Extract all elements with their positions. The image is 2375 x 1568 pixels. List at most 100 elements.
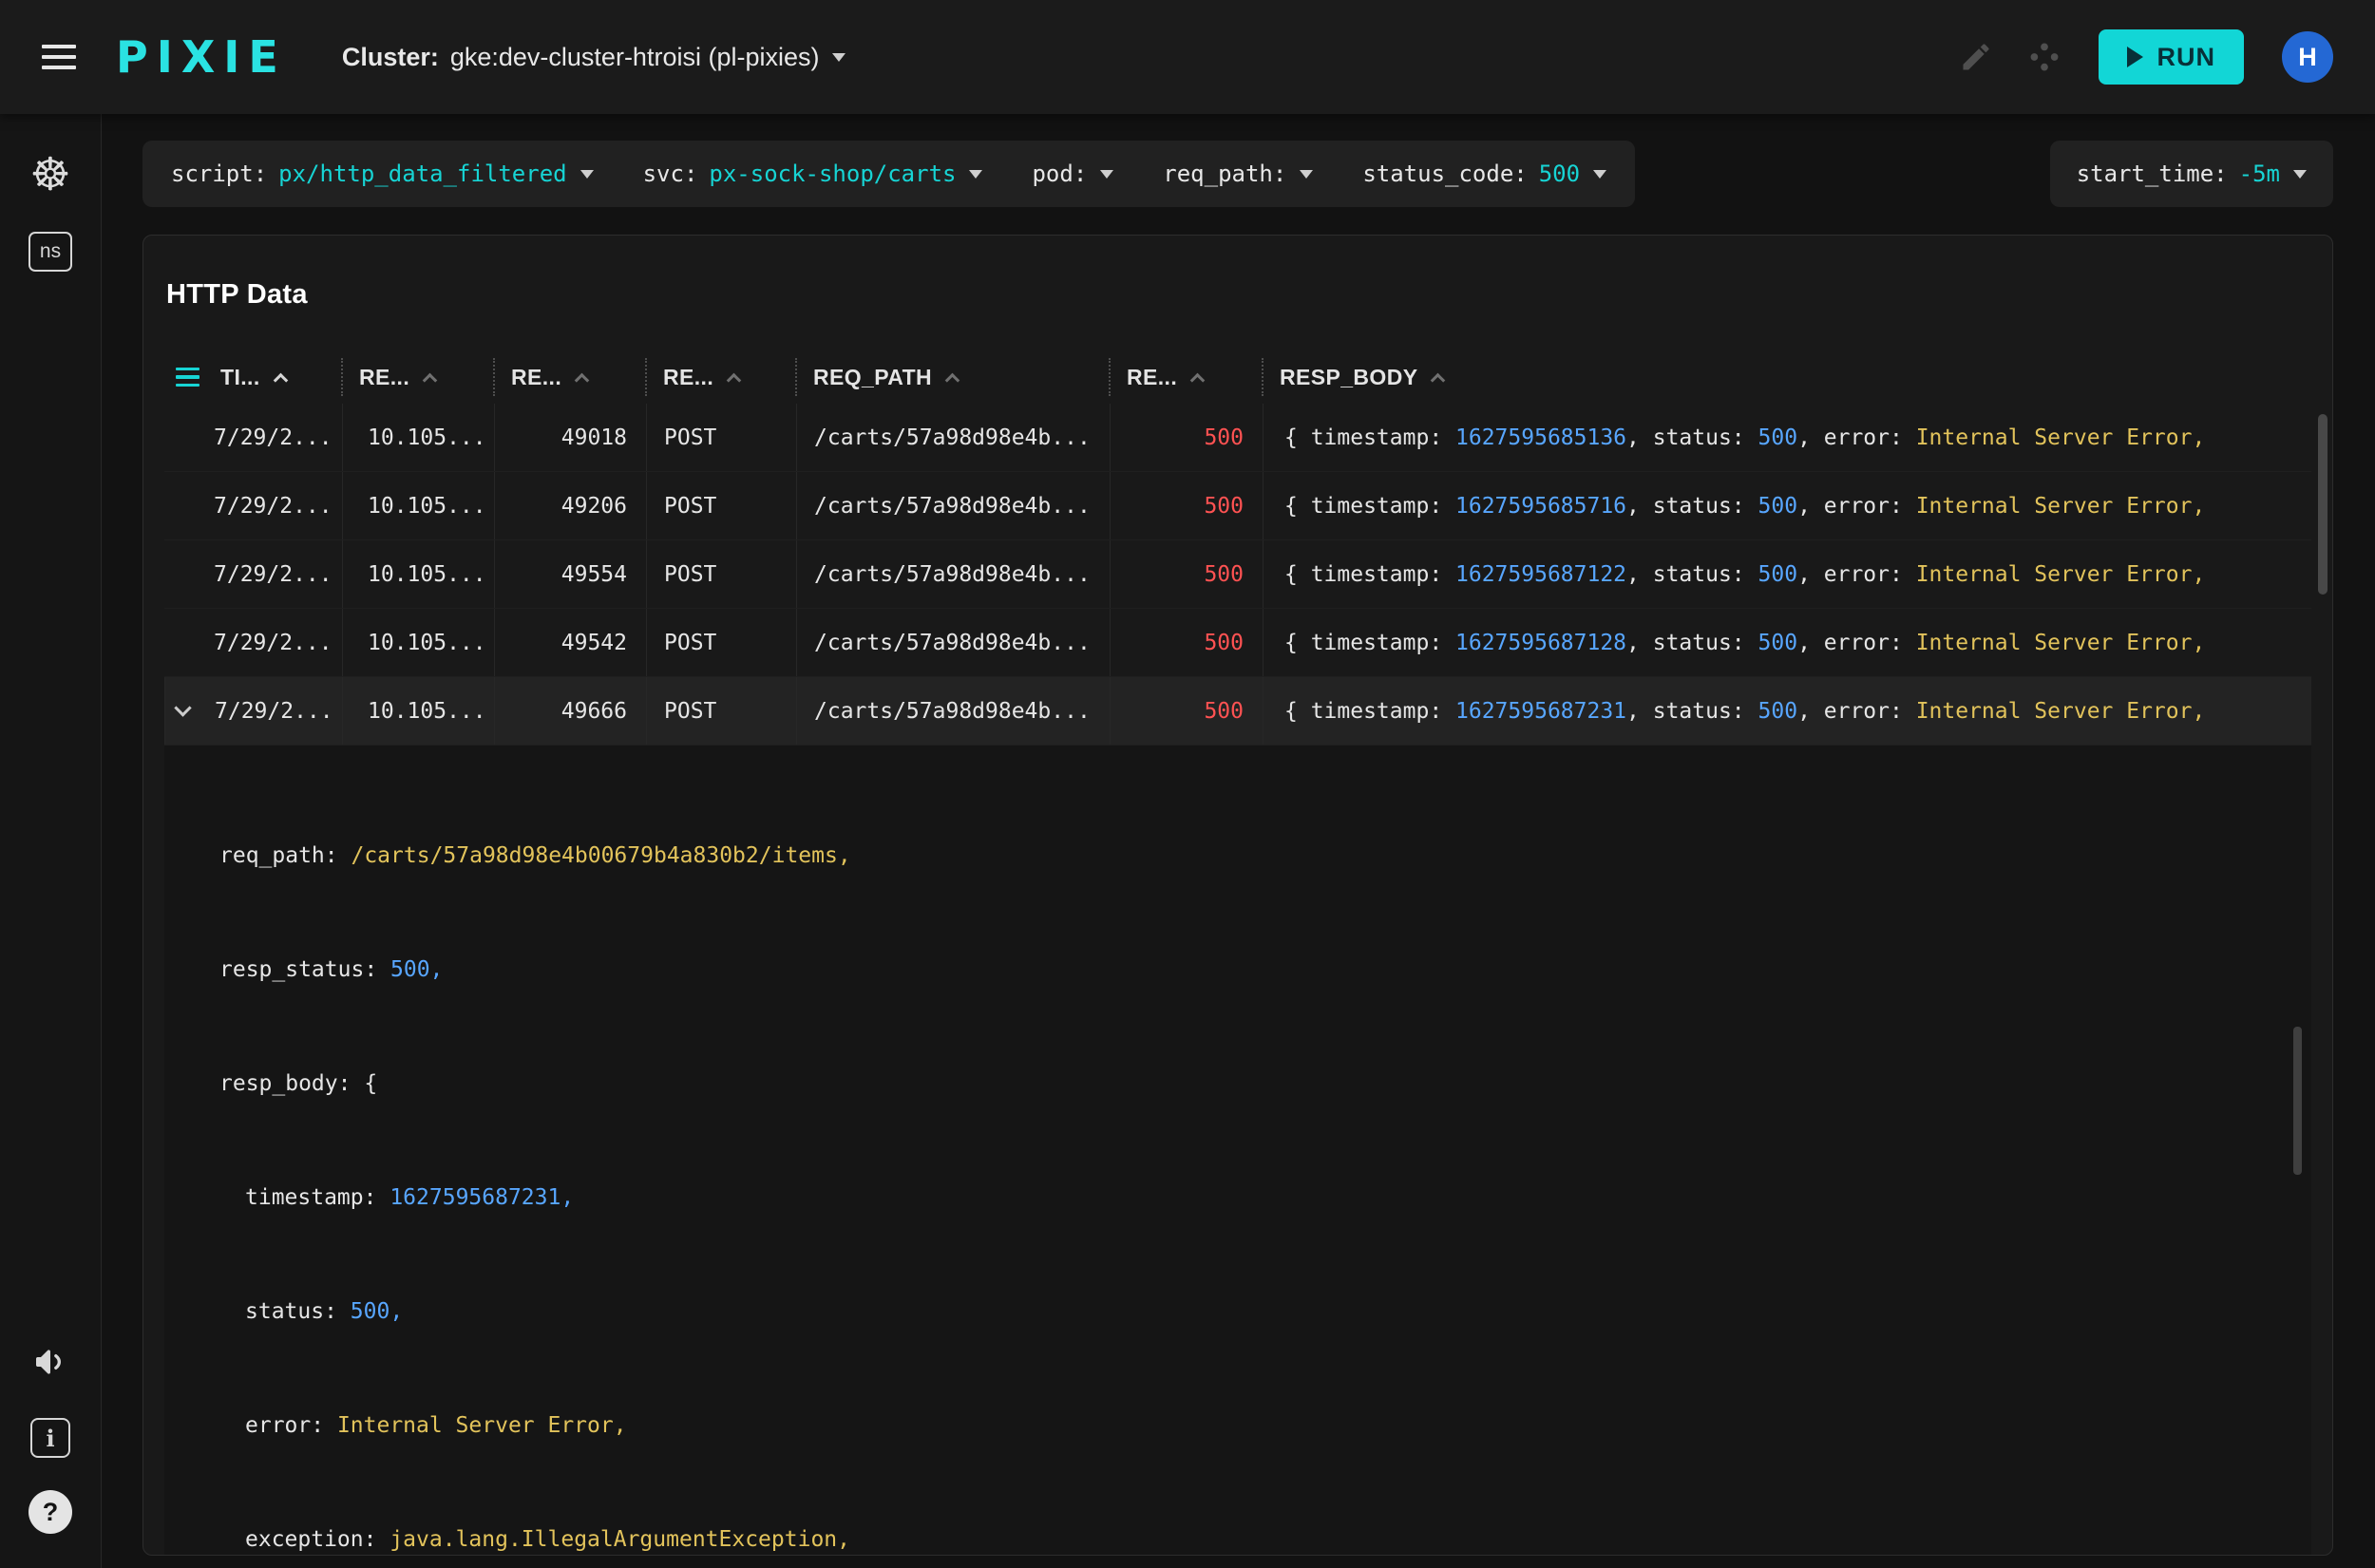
filter-key: svc: bbox=[642, 161, 698, 187]
cell-resp-status: 500 bbox=[1110, 609, 1263, 676]
info-icon[interactable]: i bbox=[30, 1418, 70, 1458]
chevron-down-icon bbox=[969, 169, 983, 179]
sort-icon bbox=[944, 372, 960, 387]
cell-remote-port: 49018 bbox=[494, 404, 646, 471]
app-body: ☸ ns i ? script: px/http_data_filtered s… bbox=[0, 114, 2375, 1568]
header-label: RE... bbox=[359, 364, 410, 389]
detail-line: req_path: /carts/57a98d98e4b00679b4a830b… bbox=[219, 843, 851, 868]
status-code-selector[interactable]: status_code: 500 bbox=[1362, 161, 1607, 187]
main-content: script: px/http_data_filtered svc: px-so… bbox=[102, 114, 2375, 1568]
table-row[interactable]: 7/29/2... 10.105... 49018 POST /carts/57… bbox=[164, 404, 2311, 472]
help-icon[interactable]: ? bbox=[28, 1490, 72, 1534]
header-label: RE... bbox=[1127, 364, 1178, 389]
menu-icon[interactable] bbox=[42, 38, 76, 76]
script-selector[interactable]: script: px/http_data_filtered bbox=[171, 161, 594, 187]
column-header-resp-status[interactable]: RE... bbox=[1109, 350, 1263, 404]
cell-req-path: /carts/57a98d98e4b... bbox=[796, 540, 1110, 608]
table-row-expanded[interactable]: 7/29/2... 10.105... 49666 POST /carts/57… bbox=[164, 677, 2311, 746]
cell-remote-port: 49554 bbox=[494, 540, 646, 608]
table-row[interactable]: 7/29/2... 10.105... 49206 POST /carts/57… bbox=[164, 472, 2311, 540]
cell-resp-body: { timestamp: 1627595687128, status: 500,… bbox=[1263, 609, 2311, 676]
detail-line: status: 500, bbox=[245, 1299, 404, 1324]
column-header-time[interactable]: TI... bbox=[164, 350, 342, 404]
cell-req-path: /carts/57a98d98e4b... bbox=[796, 677, 1110, 745]
filter-value: px-sock-shop/carts bbox=[709, 161, 957, 187]
detail-line: error: Internal Server Error, bbox=[245, 1413, 627, 1438]
http-data-panel: HTTP Data TI... RE... RE... RE... REQ_PA… bbox=[142, 235, 2333, 1556]
filter-key: start_time: bbox=[2076, 161, 2228, 187]
cell-remote-addr: 10.105... bbox=[342, 472, 494, 539]
table-menu-icon[interactable] bbox=[176, 363, 200, 392]
cell-time: 7/29/2... bbox=[164, 677, 342, 745]
cell-time: 7/29/2... bbox=[214, 561, 332, 587]
cell-req-method: POST bbox=[646, 609, 796, 676]
cell-resp-status: 500 bbox=[1110, 540, 1263, 608]
chevron-down-icon bbox=[1300, 169, 1314, 179]
announcements-icon[interactable] bbox=[31, 1343, 69, 1386]
table-row[interactable]: 7/29/2... 10.105... 49554 POST /carts/57… bbox=[164, 540, 2311, 609]
cell-resp-body: { timestamp: 1627595687231, status: 500,… bbox=[1263, 677, 2311, 745]
detail-line: timestamp: 1627595687231, bbox=[245, 1185, 575, 1210]
edit-script-icon[interactable] bbox=[1954, 35, 1998, 79]
column-header-remote-addr[interactable]: RE... bbox=[341, 350, 494, 404]
cluster-value: gke:dev-cluster-htroisi (pl-pixies) bbox=[449, 42, 820, 71]
cell-remote-addr: 10.105... bbox=[342, 540, 494, 608]
run-label: RUN bbox=[2156, 42, 2215, 71]
sort-asc-icon bbox=[273, 372, 288, 387]
cell-req-path: /carts/57a98d98e4b... bbox=[796, 472, 1110, 539]
cell-resp-status: 500 bbox=[1110, 404, 1263, 471]
filter-key: pod: bbox=[1032, 161, 1088, 187]
cell-time: 7/29/2... bbox=[214, 493, 332, 519]
avatar[interactable]: H bbox=[2282, 31, 2333, 83]
shortcuts-icon[interactable] bbox=[2023, 35, 2066, 79]
row-detail-json: req_path: /carts/57a98d98e4b00679b4a830b… bbox=[164, 746, 2311, 1555]
filter-key: status_code: bbox=[1362, 161, 1528, 187]
pixie-logo[interactable]: PIXIE bbox=[116, 31, 287, 83]
cell-time: 7/29/2... bbox=[214, 630, 332, 655]
sidebar: ☸ ns i ? bbox=[0, 114, 102, 1568]
run-button[interactable]: RUN bbox=[2098, 29, 2244, 85]
cluster-label: Cluster: bbox=[341, 42, 439, 71]
header-label: TI... bbox=[220, 364, 260, 389]
cell-time: 7/29/2... bbox=[214, 425, 332, 450]
sort-icon bbox=[1189, 372, 1206, 387]
sort-icon bbox=[726, 372, 742, 387]
chevron-down-icon bbox=[832, 52, 846, 62]
svc-selector[interactable]: svc: px-sock-shop/carts bbox=[643, 161, 983, 187]
chevron-down-icon bbox=[580, 169, 594, 179]
column-header-remote-port[interactable]: RE... bbox=[493, 350, 646, 404]
filter-value: -5m bbox=[2238, 161, 2280, 187]
cell-resp-status: 500 bbox=[1110, 677, 1263, 745]
column-header-resp-body[interactable]: RESP_BODY bbox=[1262, 350, 2311, 404]
chevron-down-icon bbox=[2293, 169, 2307, 179]
sidebar-top-icons: ☸ ns bbox=[28, 152, 72, 272]
namespace-icon[interactable]: ns bbox=[28, 232, 72, 272]
top-bar: PIXIE Cluster: gke:dev-cluster-htroisi (… bbox=[0, 0, 2375, 114]
table-header: TI... RE... RE... RE... REQ_PATH RE... R… bbox=[164, 350, 2311, 404]
start-time-selector[interactable]: start_time: -5m bbox=[2049, 141, 2333, 207]
vertical-scrollbar-thumb[interactable] bbox=[2318, 414, 2328, 595]
cell-req-path: /carts/57a98d98e4b... bbox=[796, 609, 1110, 676]
panel-title: HTTP Data bbox=[166, 279, 308, 310]
pod-selector[interactable]: pod: bbox=[1032, 161, 1114, 187]
kubernetes-wheel-icon[interactable]: ☸ bbox=[29, 152, 70, 198]
cell-remote-addr: 10.105... bbox=[342, 609, 494, 676]
cell-resp-body: { timestamp: 1627595687122, status: 500,… bbox=[1263, 540, 2311, 608]
column-header-req-path[interactable]: REQ_PATH bbox=[795, 350, 1110, 404]
header-label: RE... bbox=[663, 364, 714, 389]
chevron-down-icon bbox=[1100, 169, 1114, 179]
cluster-selector[interactable]: Cluster: gke:dev-cluster-htroisi (pl-pix… bbox=[342, 43, 846, 72]
cell-resp-status: 500 bbox=[1110, 472, 1263, 539]
table-row[interactable]: 7/29/2... 10.105... 49542 POST /carts/57… bbox=[164, 609, 2311, 677]
cell-remote-port: 49666 bbox=[494, 677, 646, 745]
sidebar-bottom-icons: i ? bbox=[28, 1343, 72, 1534]
sort-icon bbox=[574, 372, 590, 387]
detail-scrollbar-thumb[interactable] bbox=[2293, 1027, 2302, 1175]
header-label: RESP_BODY bbox=[1280, 364, 1418, 389]
filter-value: px/http_data_filtered bbox=[278, 161, 567, 187]
column-header-req-method[interactable]: RE... bbox=[645, 350, 796, 404]
header-label: REQ_PATH bbox=[813, 364, 933, 389]
filter-key: req_path: bbox=[1163, 161, 1287, 187]
req-path-selector[interactable]: req_path: bbox=[1163, 161, 1314, 187]
detail-line: exception: java.lang.IllegalArgumentExce… bbox=[245, 1527, 850, 1552]
